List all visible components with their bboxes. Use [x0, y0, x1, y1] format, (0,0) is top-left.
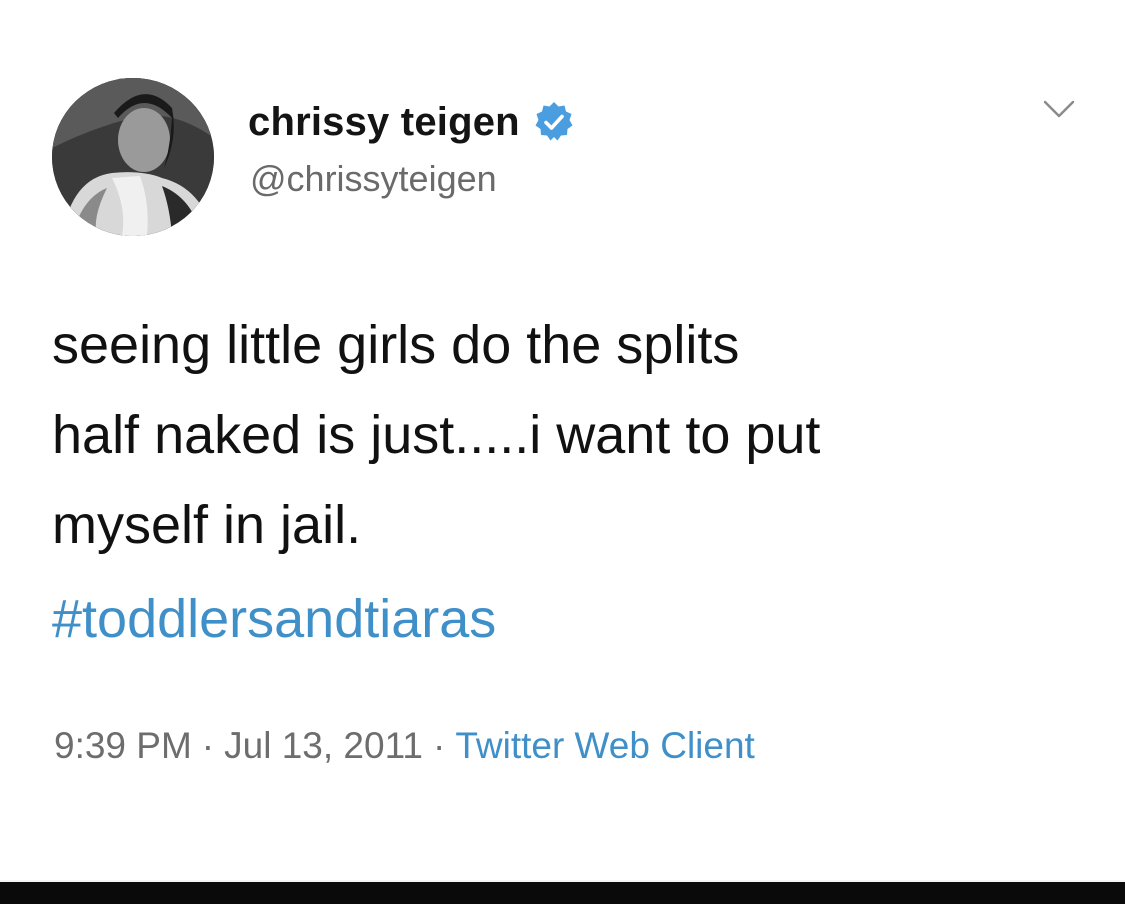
- tweet-text: seeing little girls do the splits half n…: [52, 300, 1092, 570]
- verified-badge-icon: [532, 100, 576, 144]
- hashtag-link[interactable]: #toddlersandtiaras: [52, 574, 496, 664]
- tweet-source-link[interactable]: Twitter Web Client: [455, 725, 755, 766]
- meta-separator: ·: [201, 725, 215, 766]
- tweet-date[interactable]: Jul 13, 2011: [224, 725, 423, 766]
- tweet-text-line: seeing little girls do the splits: [52, 315, 740, 375]
- user-handle[interactable]: @chrissyteigen: [250, 158, 497, 200]
- meta-separator: ·: [432, 725, 446, 766]
- chevron-down-icon[interactable]: [1042, 98, 1076, 120]
- avatar[interactable]: [52, 78, 214, 236]
- bottom-bar: [0, 882, 1125, 904]
- tweet-card: chrissy teigen @chrissyteigen seeing lit…: [0, 0, 1125, 880]
- tweet-meta: 9:39 PM · Jul 13, 2011 · Twitter Web Client: [54, 716, 755, 776]
- avatar-photo-icon: [52, 78, 214, 236]
- tweet-time[interactable]: 9:39 PM: [54, 725, 192, 766]
- display-name-row: chrissy teigen: [248, 92, 576, 152]
- tweet-text-line: myself in jail.: [52, 495, 362, 555]
- display-name[interactable]: chrissy teigen: [248, 100, 520, 145]
- tweet-text-line: half naked is just.....i want to put: [52, 405, 821, 465]
